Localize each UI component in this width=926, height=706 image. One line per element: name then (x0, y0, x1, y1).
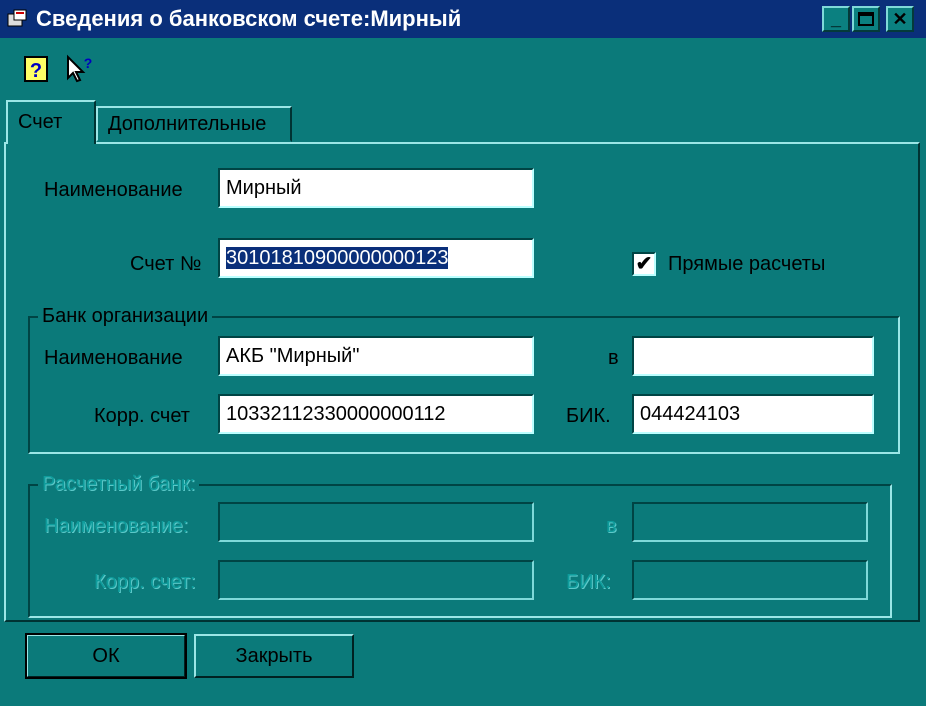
settle-bank-name-field (218, 502, 534, 542)
settle-bank-name-label: Наименование: (44, 515, 189, 537)
tab-additional[interactable]: Дополнительные (96, 106, 292, 142)
org-bank-corr-field[interactable]: 10332112330000000112 (218, 394, 534, 434)
settle-bank-corr-field (218, 560, 534, 600)
direct-settlement-label[interactable]: Прямые расчеты (668, 252, 825, 276)
tab-account[interactable]: Счет (6, 100, 96, 144)
settle-bank-title: Расчетный банк: (38, 472, 200, 496)
org-bank-corr-label: Корр. счет (94, 405, 190, 427)
close-button[interactable]: Закрыть (194, 634, 354, 678)
org-bank-title: Банк организации (38, 304, 213, 328)
settle-bank-city-label: в (606, 515, 617, 537)
settle-bank-bik-field (632, 560, 868, 600)
dialog-window: Сведения о банковском счете:Мирный _ ✕ ?… (0, 0, 926, 706)
account-number-value: 30101810900000000123 (226, 247, 449, 269)
settle-bank-corr-label: Корр. счет: (94, 571, 196, 593)
settle-bank-bik-label: БИК: (566, 571, 611, 593)
maximize-icon[interactable] (852, 6, 880, 32)
account-number-label: Счет № (130, 253, 202, 275)
org-bank-bik-field[interactable]: 044424103 (632, 394, 874, 434)
context-help-icon[interactable]: ? (64, 54, 94, 84)
org-bank-bik-label: БИК. (566, 405, 611, 427)
settle-bank-city-field (632, 502, 868, 542)
window-title: Сведения о банковском счете:Мирный (36, 6, 462, 31)
account-number-field[interactable]: 30101810900000000123 (218, 238, 534, 278)
org-bank-city-field[interactable] (632, 336, 874, 376)
svg-text:?: ? (84, 55, 93, 71)
close-icon[interactable]: ✕ (886, 6, 914, 32)
org-bank-name-label: Наименование (44, 347, 183, 369)
help-icon[interactable]: ? (22, 54, 52, 84)
org-bank-name-field[interactable]: АКБ "Мирный" (218, 336, 534, 376)
direct-settlement-checkbox[interactable]: ✔ (632, 252, 656, 276)
account-name-field[interactable]: Мирный (218, 168, 534, 208)
minimize-icon[interactable]: _ (822, 6, 850, 32)
ok-button[interactable]: ОК (25, 633, 187, 679)
app-icon (7, 9, 27, 27)
title-bar[interactable]: Сведения о банковском счете:Мирный _ ✕ (0, 0, 926, 38)
svg-text:?: ? (30, 60, 42, 82)
org-bank-city-label: в (608, 347, 619, 369)
account-name-label: Наименование (44, 179, 183, 201)
